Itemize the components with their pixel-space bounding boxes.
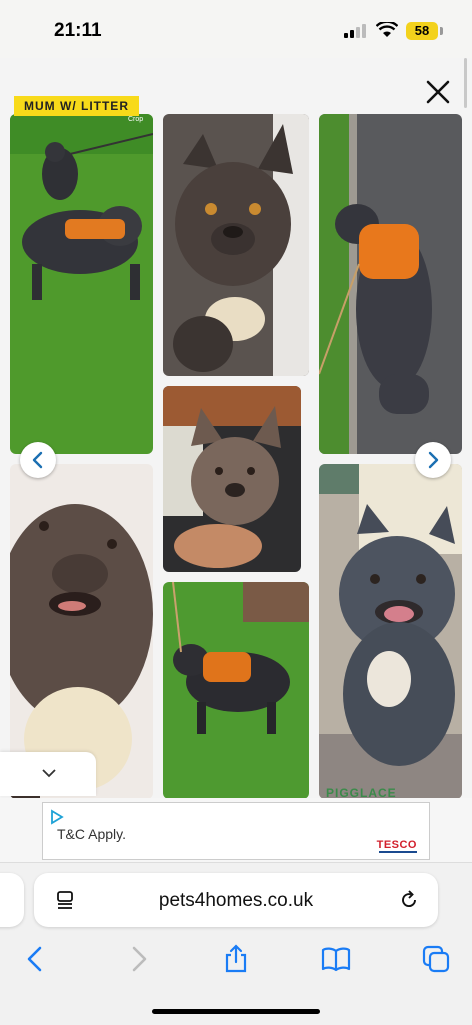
- scrollbar[interactable]: [464, 58, 467, 108]
- battery-tip: [440, 27, 443, 35]
- crop-label: Crop: [128, 116, 144, 123]
- previous-tab-pill[interactable]: [0, 873, 24, 927]
- signal-icon: [344, 24, 370, 38]
- photo-puppy[interactable]: [163, 386, 301, 572]
- back-icon[interactable]: [20, 943, 52, 975]
- chevron-right-icon: [428, 451, 439, 469]
- photo-dog-face[interactable]: [10, 464, 153, 799]
- photo-dog-sitting[interactable]: [319, 464, 462, 799]
- chevron-left-icon: [32, 451, 43, 469]
- status-bar: 21:11 58: [0, 0, 472, 58]
- close-icon[interactable]: [424, 78, 452, 106]
- previous-image-button[interactable]: [20, 442, 56, 478]
- photo-dog-harness[interactable]: [163, 582, 309, 799]
- photo-dog-path[interactable]: [319, 114, 462, 454]
- litter-tag: MUM W/ LITTER: [14, 96, 139, 116]
- collapse-panel-button[interactable]: [0, 752, 96, 796]
- ad-banner[interactable]: T&C Apply. TESCO: [42, 802, 430, 860]
- photo-dog-closeup[interactable]: [163, 114, 309, 376]
- chevron-down-icon: [42, 769, 56, 778]
- address-bar[interactable]: pets4homes.co.uk: [34, 873, 438, 927]
- forward-icon[interactable]: [122, 943, 154, 975]
- navigation-row: [0, 937, 472, 981]
- home-indicator: [152, 1009, 320, 1014]
- ad-brand-underline: [379, 851, 417, 853]
- url-text: pets4homes.co.uk: [158, 890, 314, 911]
- bookmarks-icon[interactable]: [320, 943, 352, 975]
- photo-dogs-grass[interactable]: Crop: [10, 114, 153, 454]
- image-viewer[interactable]: Crop PIGGLACE MUM W/ LITTER: [0, 58, 472, 800]
- reload-icon[interactable]: [398, 889, 420, 911]
- ad-brand-logo: TESCO: [376, 839, 417, 851]
- status-time: 21:11: [54, 20, 102, 41]
- browser-toolbar: pets4homes.co.uk: [0, 862, 472, 1025]
- ad-text: T&C Apply.: [57, 826, 126, 842]
- ad-container: T&C Apply. TESCO: [0, 798, 472, 862]
- wifi-icon: [376, 22, 398, 37]
- battery-indicator: 58: [406, 22, 438, 40]
- share-icon[interactable]: [220, 943, 252, 975]
- tabs-icon[interactable]: [420, 943, 452, 975]
- next-image-button[interactable]: [415, 442, 451, 478]
- ad-choices-icon[interactable]: [49, 809, 65, 825]
